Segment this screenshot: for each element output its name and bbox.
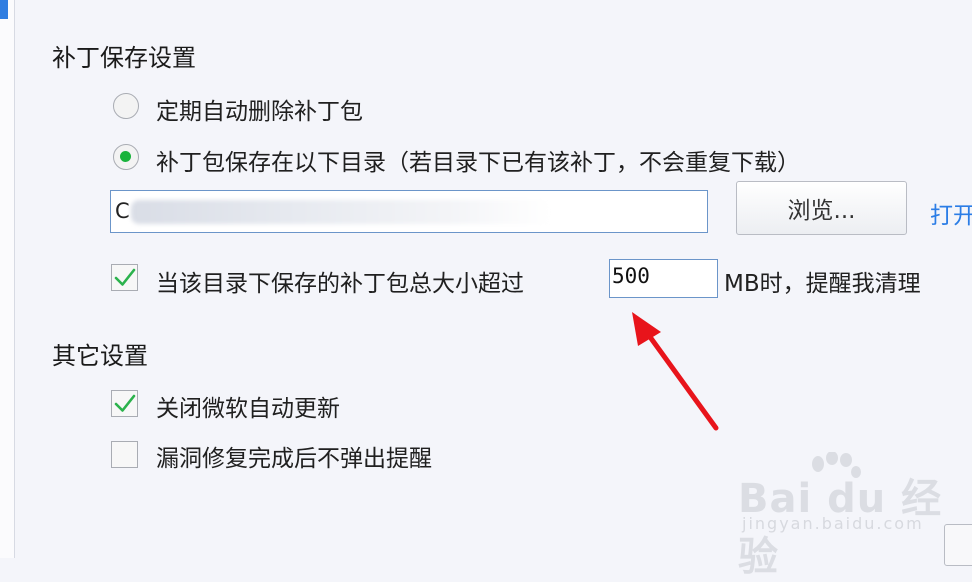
- watermark-url: jingyan.baidu.com: [742, 514, 924, 533]
- corner-button-edge: [944, 524, 972, 566]
- baidu-watermark: Bai du 经验 jingyan.baidu.com: [738, 452, 964, 580]
